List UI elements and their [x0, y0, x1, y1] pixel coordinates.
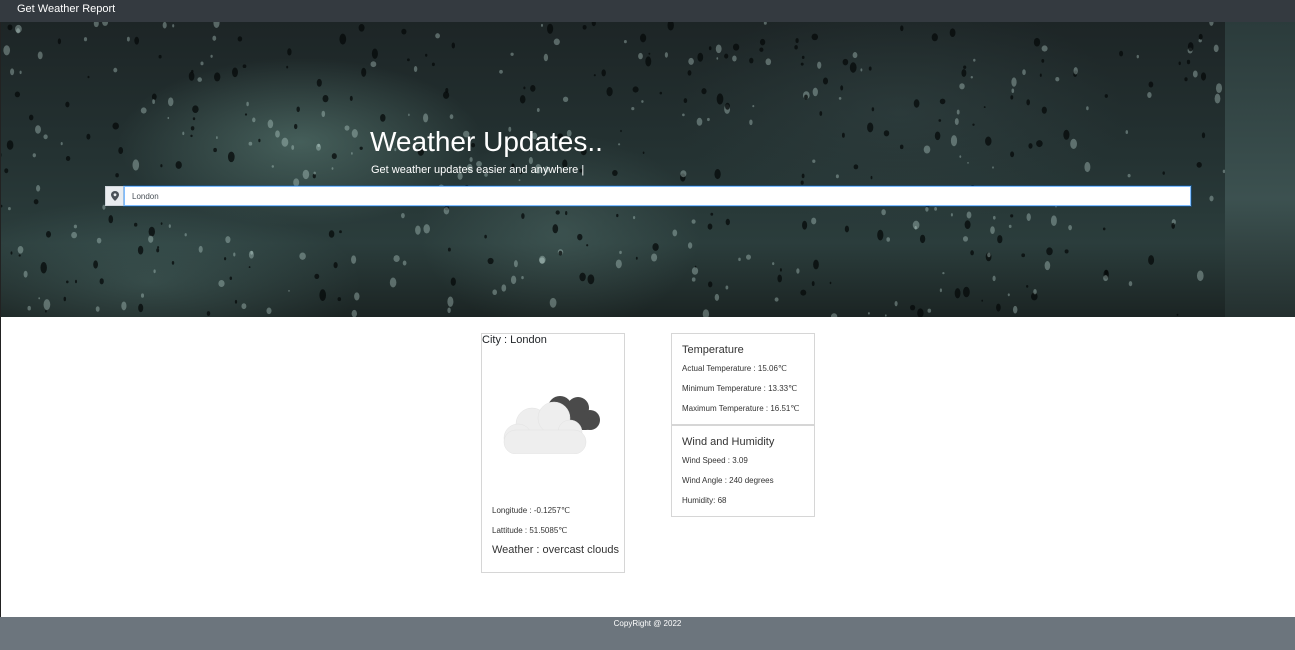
humidity: Humidity: 68 [682, 496, 727, 505]
city-search-input[interactable] [124, 186, 1191, 206]
overcast-clouds-icon [503, 396, 600, 454]
map-marker-icon [105, 186, 124, 206]
footer: CopyRight @ 2022 [0, 617, 1295, 650]
page-left-border [0, 22, 1, 617]
wind-humidity-card: Wind and Humidity Wind Speed : 3.09 Wind… [671, 425, 815, 517]
wind-humidity-title: Wind and Humidity [682, 436, 775, 448]
minimum-temperature: Minimum Temperature : 13.33℃ [682, 384, 798, 393]
search-group [105, 186, 1191, 206]
weather-description: Weather : overcast clouds [492, 544, 619, 556]
actual-temperature: Actual Temperature : 15.06℃ [682, 364, 787, 373]
city-name: City : London [482, 334, 547, 346]
copyright-text: CopyRight @ 2022 [613, 619, 682, 628]
longitude-text: Longitude : -0.1257℃ [492, 506, 570, 515]
temperature-card: Temperature Actual Temperature : 15.06℃ … [671, 333, 815, 425]
temperature-title: Temperature [682, 344, 744, 356]
hero-banner: Weather Updates.. Get weather updates ea… [0, 22, 1295, 317]
wind-speed: Wind Speed : 3.09 [682, 456, 748, 465]
maximum-temperature: Maximum Temperature : 16.51℃ [682, 404, 800, 413]
navbar-brand[interactable]: Get Weather Report [17, 3, 115, 15]
rain-drops-background [0, 22, 1295, 317]
city-weather-card: City : London Longitude : -0.1257℃ Latti… [481, 333, 625, 573]
hero-subtitle: Get weather updates easier and anywhere … [371, 164, 585, 176]
hero-title: Weather Updates.. [370, 126, 603, 157]
hero-side-strip [1225, 22, 1295, 317]
wind-angle: Wind Angle : 240 degrees [682, 476, 774, 485]
navbar: Get Weather Report [0, 0, 1295, 22]
latitude-text: Lattitude : 51.5085℃ [492, 526, 568, 535]
